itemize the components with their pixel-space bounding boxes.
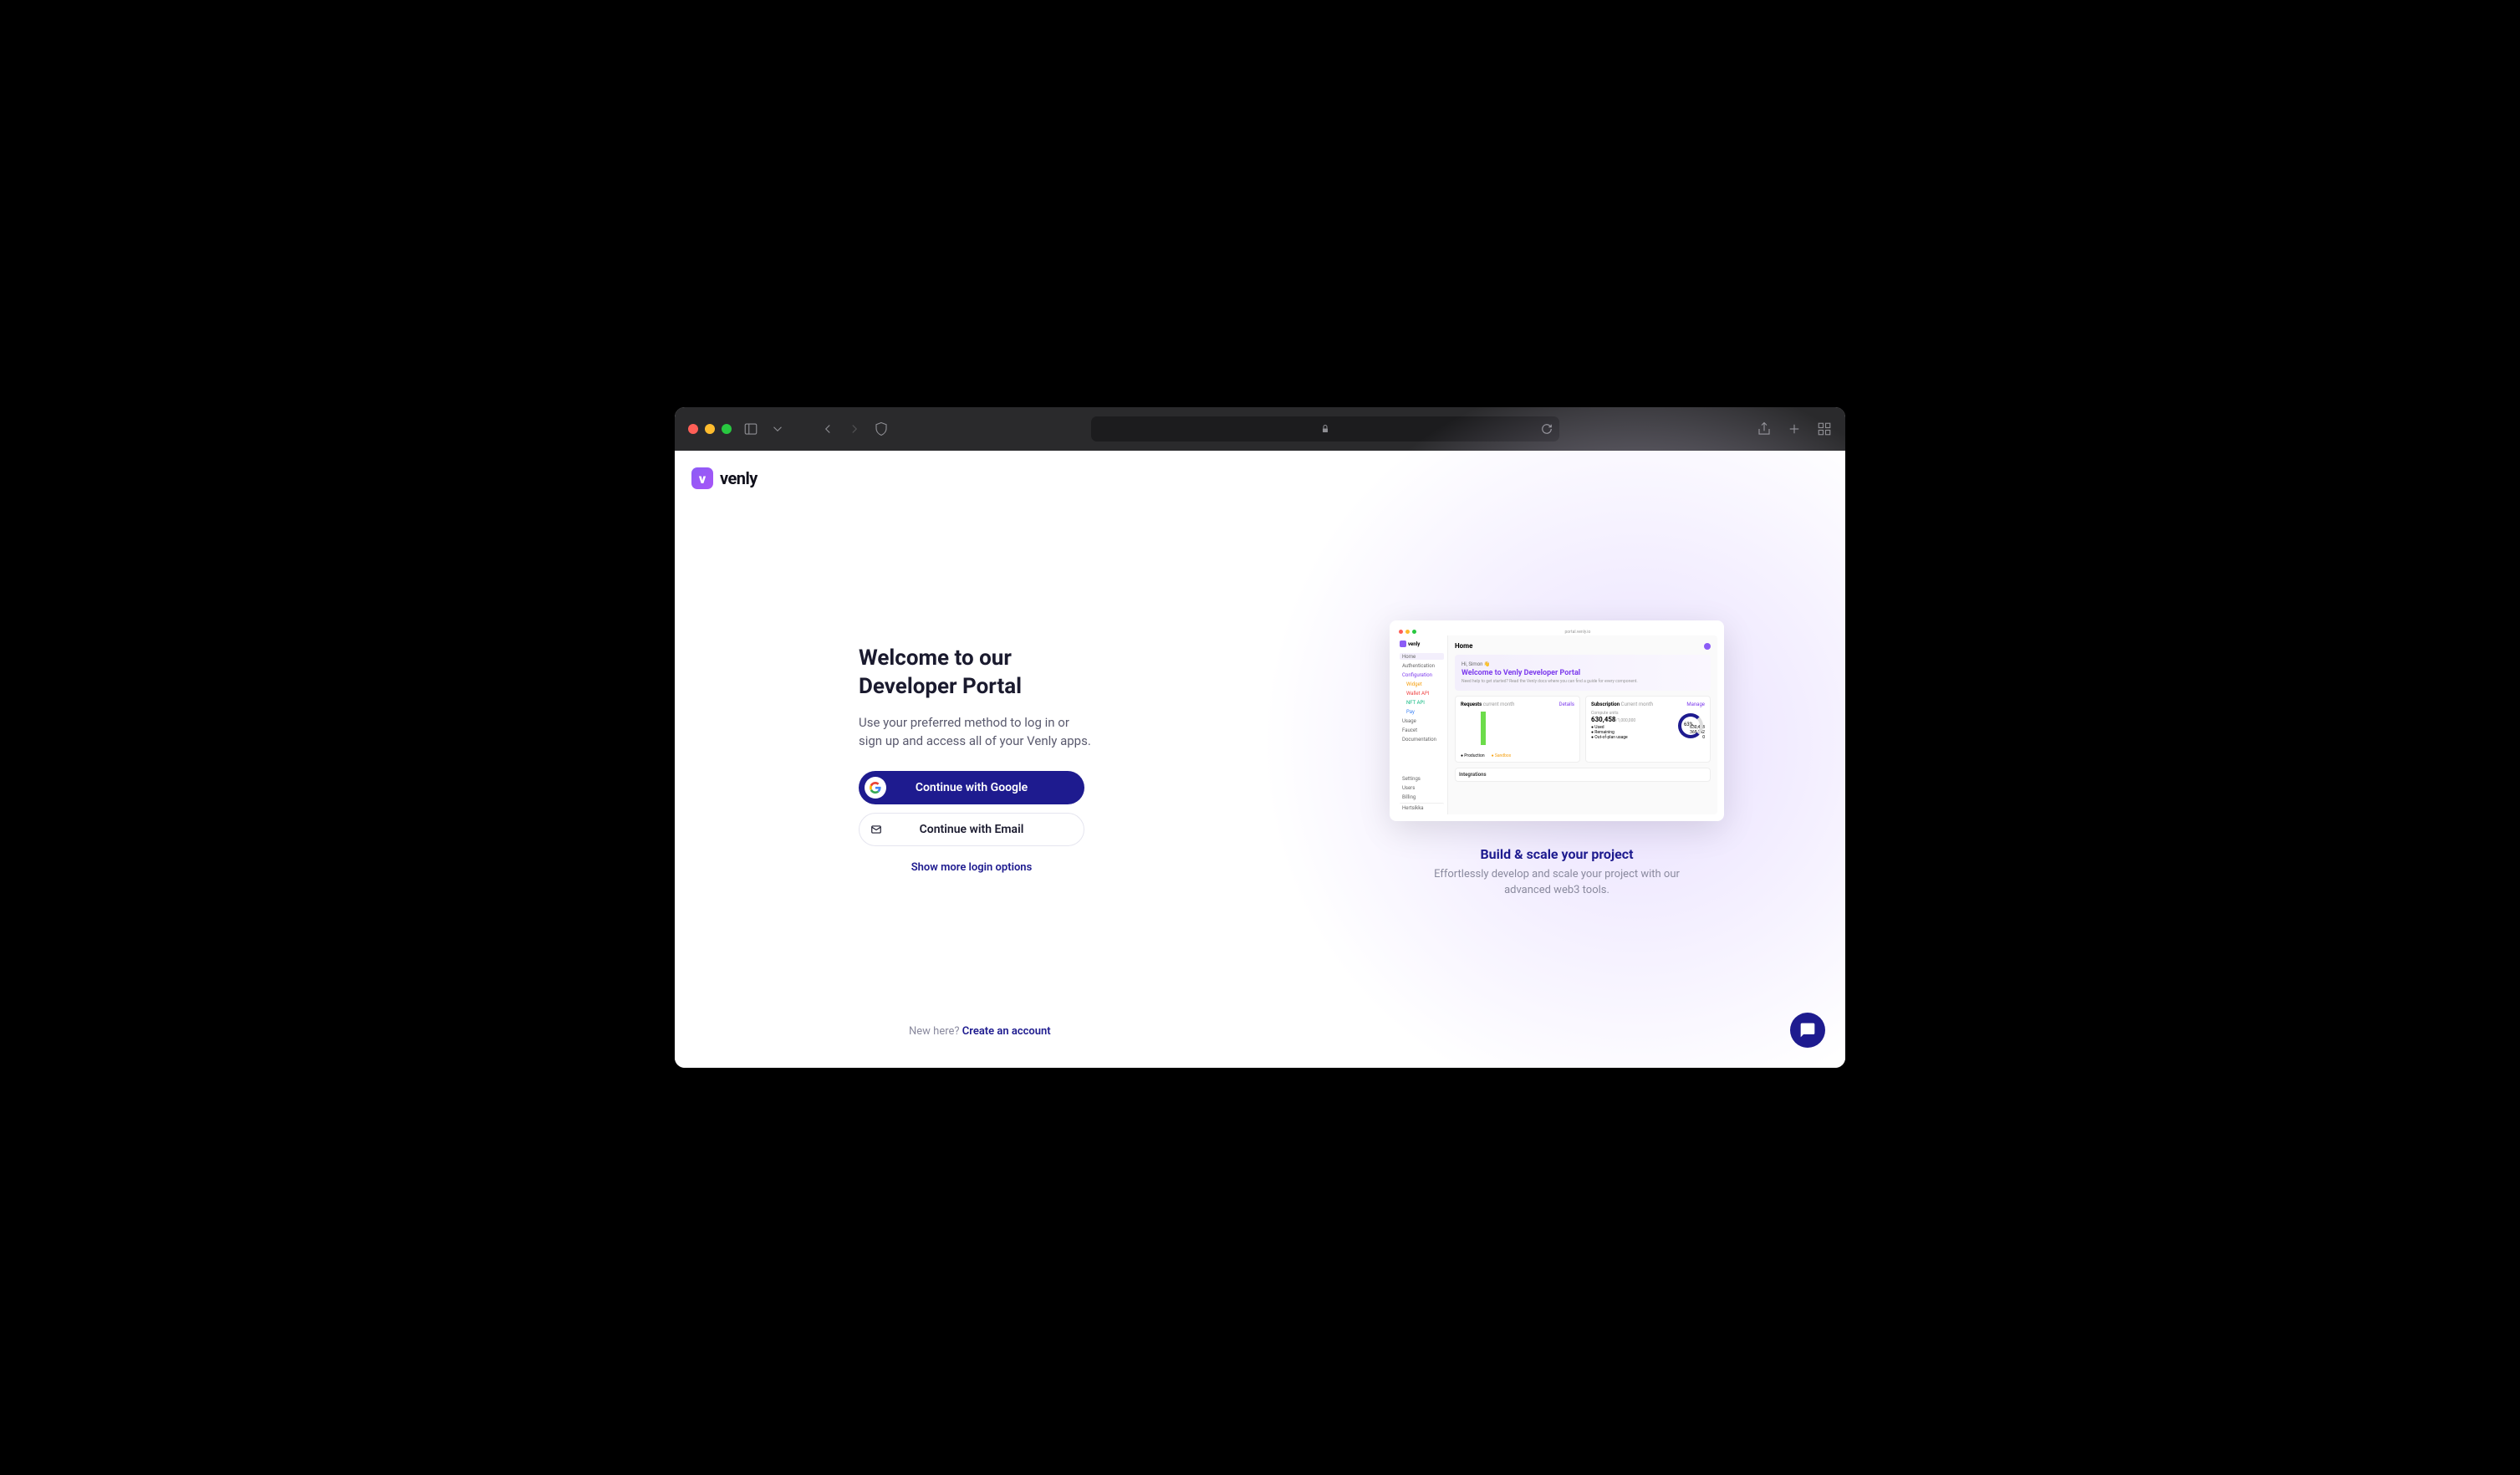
- signup-prompt: New here? Create an account: [909, 1025, 1051, 1038]
- google-button-label: Continue with Google: [916, 781, 1028, 794]
- browser-window: v venly Welcome to our Developer Portal …: [675, 407, 1845, 1068]
- traffic-lights: [688, 424, 732, 434]
- venly-logo[interactable]: v venly: [691, 467, 758, 489]
- chevron-down-icon[interactable]: [770, 421, 785, 436]
- lock-icon: [1320, 424, 1330, 434]
- email-button-label: Continue with Email: [920, 823, 1024, 836]
- email-icon: [865, 819, 887, 840]
- page-content: v venly Welcome to our Developer Portal …: [675, 451, 1845, 1068]
- page-heading: Welcome to our Developer Portal: [859, 645, 1319, 702]
- forward-button[interactable]: [847, 421, 862, 436]
- chat-icon: [1799, 1022, 1816, 1039]
- new-here-text: New here?: [909, 1025, 962, 1038]
- maximize-window-button[interactable]: [722, 424, 732, 434]
- sidebar-toggle-icon[interactable]: [743, 421, 758, 436]
- heading-line-1: Welcome to our: [859, 646, 1012, 671]
- login-panel: Welcome to our Developer Portal Use your…: [675, 451, 1319, 1068]
- promo-title: Build & scale your project: [1480, 846, 1633, 862]
- heading-line-2: Developer Portal: [859, 674, 1022, 699]
- minimize-window-button[interactable]: [705, 424, 715, 434]
- promo-panel: portal.venly.io venly Home Authenticatio…: [1319, 451, 1845, 1068]
- dashboard-preview-image: portal.venly.io venly Home Authenticatio…: [1390, 620, 1724, 821]
- logo-mark-icon: v: [691, 467, 713, 489]
- promo-subtitle: Effortlessly develop and scale your proj…: [1431, 867, 1682, 897]
- google-icon: [865, 777, 886, 799]
- shield-icon[interactable]: [874, 421, 889, 436]
- logo-text: venly: [720, 468, 758, 488]
- show-more-login-options-link[interactable]: Show more login options: [859, 861, 1084, 874]
- continue-with-email-button[interactable]: Continue with Email: [859, 813, 1084, 846]
- create-account-link[interactable]: Create an account: [962, 1025, 1051, 1038]
- close-window-button[interactable]: [688, 424, 698, 434]
- page-subtitle: Use your preferred method to log in or s…: [859, 713, 1093, 751]
- continue-with-google-button[interactable]: Continue with Google: [859, 771, 1084, 804]
- back-button[interactable]: [820, 421, 835, 436]
- chat-support-button[interactable]: [1790, 1013, 1825, 1048]
